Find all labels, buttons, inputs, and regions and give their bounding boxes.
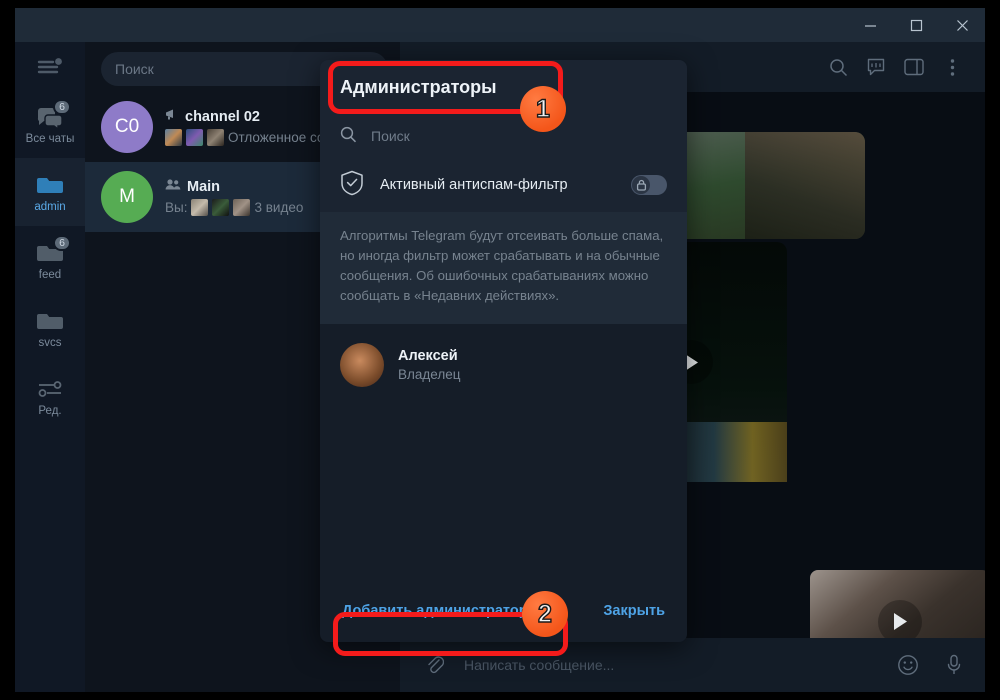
section-divider [320,324,687,335]
sidebar-item-all-chats[interactable]: 6 Все чаты [15,90,85,158]
sidebar-item-label: feed [38,268,62,281]
unread-badge: 6 [53,98,71,115]
more-vertical-icon[interactable] [933,47,971,87]
play-icon[interactable] [878,599,922,638]
search-icon [340,126,357,146]
window-titlebar [15,8,985,42]
antispam-row[interactable]: Активный антиспам-фильтр [320,158,687,212]
thumbnail [186,129,203,146]
sidebar-item-feed[interactable]: 6 feed [15,226,85,294]
step-badge-number: 1 [535,94,550,123]
window-maximize-button[interactable] [893,8,939,42]
window-close-button[interactable] [939,8,985,42]
thumbnail [191,199,209,216]
chatlist-search-placeholder: Поиск [115,61,154,77]
thumbnail [212,199,230,216]
avatar-initials: C0 [114,116,140,137]
antispam-description: Алгоритмы Telegram будут отсеивать больш… [320,212,687,325]
admin-role: Владелец [398,367,461,383]
hamburger-menu-button[interactable] [15,46,85,90]
chat-name: channel 02 [185,108,260,125]
folder-icon [35,172,65,198]
chat-name: Main [187,178,221,195]
chat-preview-text: Отложенное соо [228,130,332,145]
step-badge-number: 2 [537,599,552,628]
dialog-search-placeholder: Поиск [371,128,410,144]
search-icon[interactable] [819,47,857,87]
smiley-icon[interactable] [891,648,925,682]
antispam-toggle[interactable] [631,175,667,195]
folders-rail: 6 Все чаты admin 6 feed svcs Ред. [15,42,85,692]
sidebar-item-label: Ред. [38,404,62,417]
group-icon [165,178,181,195]
antispam-label: Активный антиспам-фильтр [380,177,568,193]
sidebar-item-label: admin [34,200,66,213]
avatar [340,343,384,388]
avatar: C0 [101,101,153,153]
hamburger-menu-icon [37,57,63,80]
avatar: M [101,171,153,223]
thumbnail [165,129,182,146]
thumbnail [207,129,224,146]
administrators-dialog: Администраторы Поиск Активный антиспам-ф… [320,60,687,642]
message-input[interactable]: Написать сообщение... [464,657,879,673]
lock-icon [632,176,650,194]
chats-icon: 6 [35,98,71,130]
sidebar-item-edit[interactable]: Ред. [15,362,85,430]
thumbnail [233,199,251,216]
close-dialog-button[interactable]: Закрыть [603,603,665,619]
avatar-initials: M [119,186,135,207]
admin-list-item[interactable]: Алексей Владелец [320,334,687,396]
sidebar-item-label: svcs [38,336,62,349]
sliders-icon [35,376,65,402]
folder-icon [35,308,65,334]
sidebar-item-svcs[interactable]: svcs [15,294,85,362]
dialog-search-input[interactable]: Поиск [320,114,687,158]
microphone-icon[interactable] [937,648,971,682]
folder-icon: 6 [35,234,71,266]
chat-bubble-icon[interactable] [857,47,895,87]
unread-badge: 6 [53,234,71,251]
shield-check-icon [340,170,364,201]
window-minimize-button[interactable] [847,8,893,42]
sidebar-item-admin[interactable]: admin [15,158,85,226]
megaphone-icon [165,108,179,125]
admin-name: Алексей [398,348,458,365]
step-badge-2: 2 [522,591,568,637]
sidebar-item-label: Все чаты [25,132,75,145]
chat-preview-text: 3 видео [254,200,304,215]
sidebar-panel-icon[interactable] [895,47,933,87]
telegram-desktop-window: 6 Все чаты admin 6 feed svcs Ред. Поиск … [15,8,985,692]
chat-preview-prefix: Вы: [165,200,188,215]
message-video[interactable]: 15:56 [810,570,985,638]
step-badge-1: 1 [520,86,566,132]
